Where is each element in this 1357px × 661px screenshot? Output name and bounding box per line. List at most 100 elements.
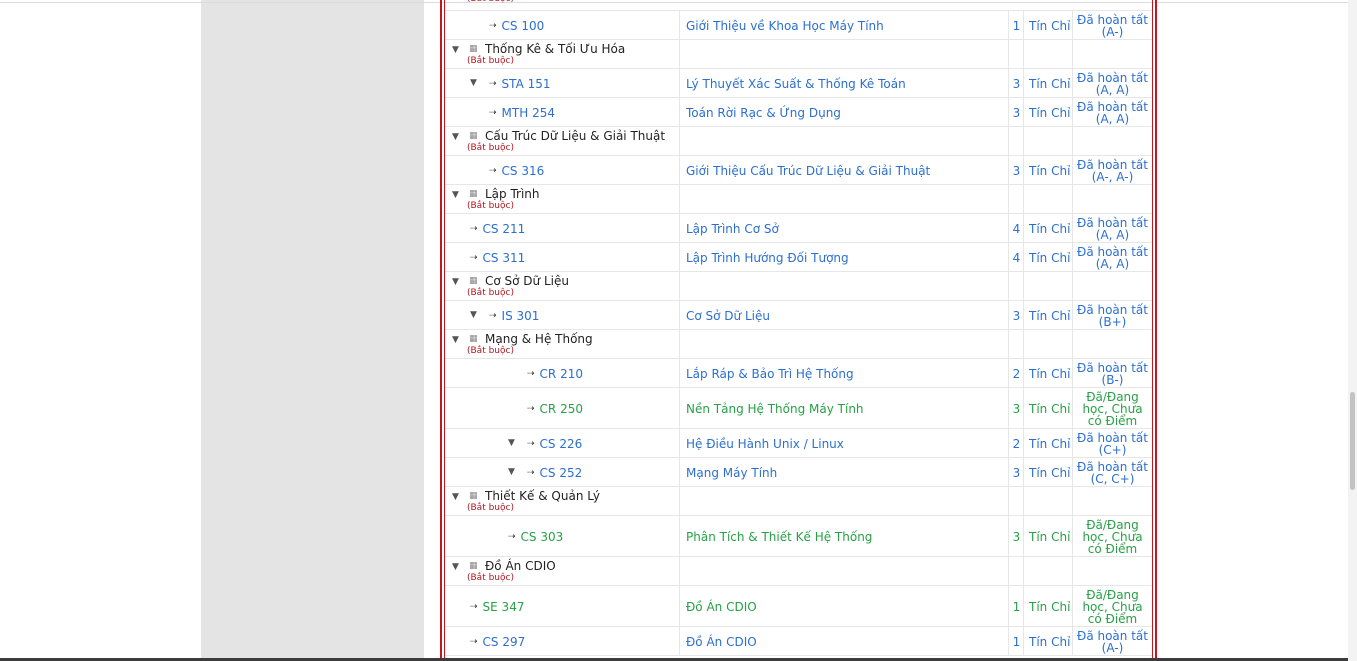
arrow-right-icon: ⇢ — [489, 310, 497, 321]
course-code-link[interactable]: CS 252 — [540, 466, 583, 480]
course-code-link[interactable]: SE 347 — [483, 600, 525, 614]
group-row: ▼ ▦ Lập Trình (Bắt buộc) — [445, 185, 1152, 214]
table-row: ▼ ⇢ CS 226 Hệ Điều Hành Unix / Linux 2 Tín Ch… — [445, 429, 1152, 458]
required-label: (Bắt buộc) — [467, 201, 514, 211]
group-title[interactable]: Thiết Kế & Quản Lý — [485, 489, 600, 503]
arrow-right-icon: ⇢ — [489, 107, 497, 118]
course-name-link[interactable]: Đồ Án CDIO — [686, 627, 757, 656]
group-row: ▼ ▦ Thống Kê & Tối Ưu Hóa (Bắt buộc) — [445, 40, 1152, 69]
column-divider — [1072, 156, 1073, 185]
column-divider — [1008, 330, 1009, 359]
course-name-link[interactable]: Hệ Điều Hành Unix / Linux — [686, 429, 844, 458]
column-divider — [1072, 388, 1073, 429]
grid-dots-icon: ▦ — [469, 44, 478, 54]
course-name-link[interactable]: Toán Rời Rạc & Ứng Dụng — [686, 98, 841, 127]
column-divider — [1072, 40, 1073, 69]
credit-value: 1 — [1012, 18, 1021, 33]
column-divider — [1072, 627, 1073, 656]
triangle-down-icon[interactable]: ▼ — [470, 310, 477, 320]
grid-dots-icon: ▦ — [469, 561, 478, 571]
course-code-link[interactable]: CR 210 — [540, 367, 583, 381]
arrow-right-icon: ⇢ — [489, 165, 497, 176]
triangle-down-icon[interactable]: ▼ — [470, 78, 477, 88]
column-divider — [679, 458, 680, 487]
column-divider — [1072, 214, 1073, 243]
arrow-right-icon: ⇢ — [527, 467, 535, 478]
group-title[interactable]: Thống Kê & Tối Ưu Hóa — [485, 42, 625, 56]
credit-value: 2 — [1012, 366, 1021, 381]
course-name-link[interactable]: Giới Thiệu Cấu Trúc Dữ Liệu & Giải Thuật — [686, 156, 930, 185]
credit-value: 4 — [1012, 250, 1021, 265]
course-code-cell: ⇢ STA 151 — [489, 69, 551, 98]
course-code-cell: ⇢ CS 297 — [470, 627, 525, 656]
table-row: ⇢ MTH 254 Toán Rời Rạc & Ứng Dụng 3 Tín Chỉ Đ… — [445, 98, 1152, 127]
group-title[interactable]: Cơ Sở Dữ Liệu — [485, 274, 569, 288]
group-title[interactable]: Đồ Án CDIO — [485, 559, 556, 573]
table-row: ⇢ CS 211 Lập Trình Cơ Sở 4 Tín Chỉ Đã hoàn tấ… — [445, 214, 1152, 243]
course-name-link[interactable]: Giới Thiệu về Khoa Học Máy Tính — [686, 11, 884, 40]
course-code-cell: ⇢ MTH 254 — [489, 98, 555, 127]
column-divider — [1072, 586, 1073, 627]
course-name-link[interactable]: Cơ Sở Dữ Liệu — [686, 301, 770, 330]
status-text: Đã hoàn tất (C, C+) — [1077, 459, 1148, 486]
column-divider — [679, 586, 680, 627]
status-text: Đã/Đang học, Chưa có Điểm — [1082, 587, 1143, 626]
course-code-link[interactable]: CS 100 — [502, 19, 545, 33]
course-code-link[interactable]: CS 297 — [483, 635, 526, 649]
course-code-link[interactable]: CR 250 — [540, 402, 583, 416]
column-divider — [1072, 359, 1073, 388]
credit-value: 3 — [1012, 401, 1021, 416]
triangle-down-icon[interactable]: ▼ — [452, 132, 459, 142]
course-name-link[interactable]: Lắp Ráp & Bảo Trì Hệ Thống — [686, 359, 854, 388]
triangle-down-icon[interactable]: ▼ — [452, 277, 459, 287]
grid-dots-icon: ▦ — [469, 276, 478, 286]
column-divider — [679, 330, 680, 359]
triangle-down-icon[interactable]: ▼ — [452, 45, 459, 55]
triangle-down-icon[interactable]: ▼ — [452, 492, 459, 502]
grid-dots-icon: ▦ — [469, 491, 478, 501]
status-text: Đã hoàn tất (A-) — [1077, 12, 1148, 39]
required-label: (Bắt buộc) — [467, 503, 514, 513]
course-code-link[interactable]: CS 316 — [502, 164, 545, 178]
triangle-down-icon[interactable]: ▼ — [508, 467, 515, 477]
course-name-link[interactable]: Phân Tích & Thiết Kế Hệ Thống — [686, 516, 872, 557]
triangle-down-icon[interactable]: ▼ — [452, 562, 459, 572]
vertical-scrollbar[interactable] — [1348, 0, 1357, 661]
course-code-link[interactable]: MTH 254 — [502, 106, 555, 120]
column-divider — [1072, 557, 1073, 586]
status-text: Đã hoàn tất (A-, A-) — [1077, 157, 1148, 184]
credit-value: 4 — [1012, 221, 1021, 236]
status-text: Đã hoàn tất (A, A) — [1077, 215, 1148, 242]
course-code-link[interactable]: IS 301 — [502, 309, 540, 323]
course-code-link[interactable]: STA 151 — [502, 77, 551, 91]
column-divider — [679, 557, 680, 586]
triangle-down-icon[interactable]: ▼ — [508, 438, 515, 448]
course-name-link[interactable]: Lập Trình Cơ Sở — [686, 214, 779, 243]
course-name-link[interactable]: Nền Tảng Hệ Thống Máy Tính — [686, 388, 864, 429]
course-code-link[interactable]: CS 211 — [483, 222, 526, 236]
scrollbar-thumb[interactable] — [1350, 392, 1355, 490]
triangle-down-icon[interactable]: ▼ — [452, 190, 459, 200]
credit-unit: Tín Chỉ — [1029, 529, 1071, 544]
column-divider — [1072, 458, 1073, 487]
table-row-partial: (Bắt buộc) — [445, 0, 1152, 11]
column-divider — [1008, 557, 1009, 586]
course-name-link[interactable]: Lập Trình Hướng Đối Tượng — [686, 243, 849, 272]
group-title[interactable]: Mạng & Hệ Thống — [485, 332, 593, 346]
table-row: ⇢ CS 311 Lập Trình Hướng Đối Tượng 4 Tín Chỉ… — [445, 243, 1152, 272]
group-title[interactable]: Lập Trình — [485, 187, 540, 201]
course-name-link[interactable]: Đồ Án CDIO — [686, 586, 757, 627]
table-row: ▼ ⇢ IS 301 Cơ Sở Dữ Liệu 3 Tín Chỉ Đã hoàn tất… — [445, 301, 1152, 330]
column-divider — [679, 214, 680, 243]
arrow-right-icon: ⇢ — [470, 601, 478, 612]
credit-unit: Tín Chỉ — [1029, 465, 1071, 480]
course-code-link[interactable]: CS 311 — [483, 251, 526, 265]
group-title[interactable]: Cấu Trúc Dữ Liệu & Giải Thuật — [485, 129, 665, 143]
course-name-link[interactable]: Lý Thuyết Xác Suất & Thống Kê Toán — [686, 69, 906, 98]
credit-unit: Tín Chỉ — [1029, 599, 1071, 614]
column-divider — [1023, 185, 1024, 214]
course-code-link[interactable]: CS 226 — [540, 437, 583, 451]
course-name-link[interactable]: Mạng Máy Tính — [686, 458, 777, 487]
course-code-link[interactable]: CS 303 — [521, 530, 564, 544]
triangle-down-icon[interactable]: ▼ — [452, 335, 459, 345]
